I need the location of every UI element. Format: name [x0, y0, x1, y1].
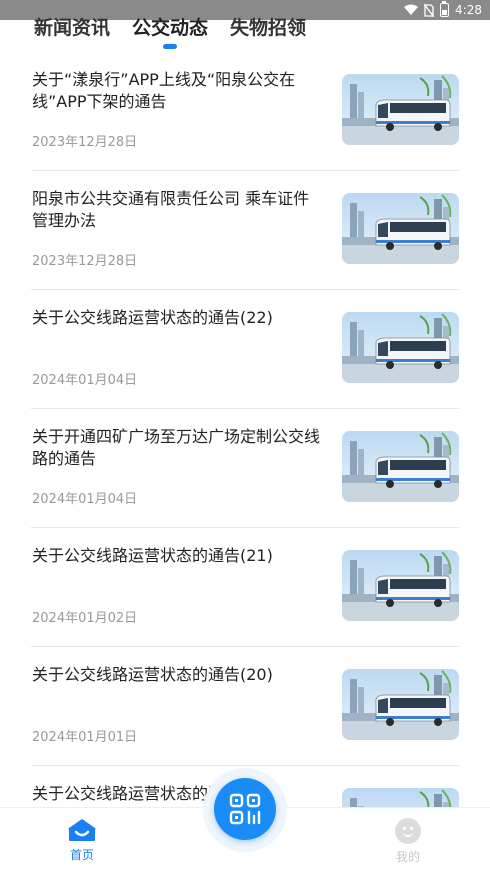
- user-face-icon: [395, 818, 421, 844]
- tab-lost-and-found[interactable]: 失物招领: [230, 14, 306, 42]
- news-tabs: 新闻资讯 公交动态 失物招领: [34, 14, 306, 49]
- tab-bus-dynamics-label: 公交动态: [132, 17, 209, 39]
- status-time: 4:28: [455, 3, 482, 17]
- active-tab-indicator: [163, 44, 178, 49]
- nav-home[interactable]: 首页: [62, 818, 102, 863]
- news-thumbnail: [342, 550, 459, 621]
- news-thumbnail: [342, 74, 459, 145]
- news-date: 2024年01月04日: [32, 492, 138, 507]
- qr-scan-icon: [229, 793, 261, 825]
- wifi-icon: [404, 4, 419, 15]
- nav-home-label: 首页: [69, 848, 94, 862]
- scan-button[interactable]: [214, 778, 276, 840]
- no-sim-icon: [424, 3, 435, 17]
- news-item[interactable]: 关于公交线路运营状态的通告(22) 2024年01月04日: [31, 290, 459, 409]
- news-title: 关于公交线路运营状态的通告(21): [32, 546, 273, 565]
- nav-mine[interactable]: 我的: [388, 818, 428, 865]
- news-thumbnail: [342, 788, 459, 807]
- news-date: 2024年01月02日: [32, 611, 138, 626]
- news-title: 关于“漾泉行”APP上线及“阳泉公交在线”APP下架的通告: [32, 70, 296, 111]
- news-item[interactable]: 关于“漾泉行”APP上线及“阳泉公交在线”APP下架的通告 2023年12月28…: [31, 52, 459, 171]
- news-item[interactable]: 阳泉市公共交通有限责任公司 乘车证件管理办法 2023年12月28日: [31, 171, 459, 290]
- news-title: 关于开通四矿广场至万达广场定制公交线路的通告: [32, 427, 321, 468]
- news-thumbnail: [342, 193, 459, 264]
- news-title: 关于公交线路运营状态的通告(22): [32, 308, 273, 327]
- news-thumbnail: [342, 669, 459, 740]
- tab-news[interactable]: 新闻资讯: [34, 14, 110, 42]
- news-title: 阳泉市公共交通有限责任公司 乘车证件管理办法: [32, 189, 310, 230]
- news-thumbnail: [342, 431, 459, 502]
- status-icons: 4:28: [404, 1, 482, 18]
- nav-mine-label: 我的: [395, 850, 420, 864]
- home-icon: [68, 819, 96, 841]
- news-item[interactable]: 关于公交线路运营状态的通告(20) 2024年01月01日: [31, 647, 459, 766]
- news-date: 2024年01月01日: [32, 730, 138, 745]
- news-item[interactable]: 关于开通四矿广场至万达广场定制公交线路的通告 2024年01月04日: [31, 409, 459, 528]
- news-list: 关于“漾泉行”APP上线及“阳泉公交在线”APP下架的通告 2023年12月28…: [0, 52, 490, 807]
- news-item[interactable]: 关于公交线路运营状态的通告(21) 2024年01月02日: [31, 528, 459, 647]
- battery-icon: [440, 1, 450, 17]
- news-thumbnail: [342, 312, 459, 383]
- tab-bus-dynamics[interactable]: 公交动态: [132, 14, 209, 49]
- news-title: 关于公交线路运营状态的通告(20): [32, 665, 273, 684]
- news-date: 2024年01月04日: [32, 373, 138, 388]
- news-date: 2023年12月28日: [32, 135, 138, 150]
- news-date: 2023年12月28日: [32, 254, 138, 269]
